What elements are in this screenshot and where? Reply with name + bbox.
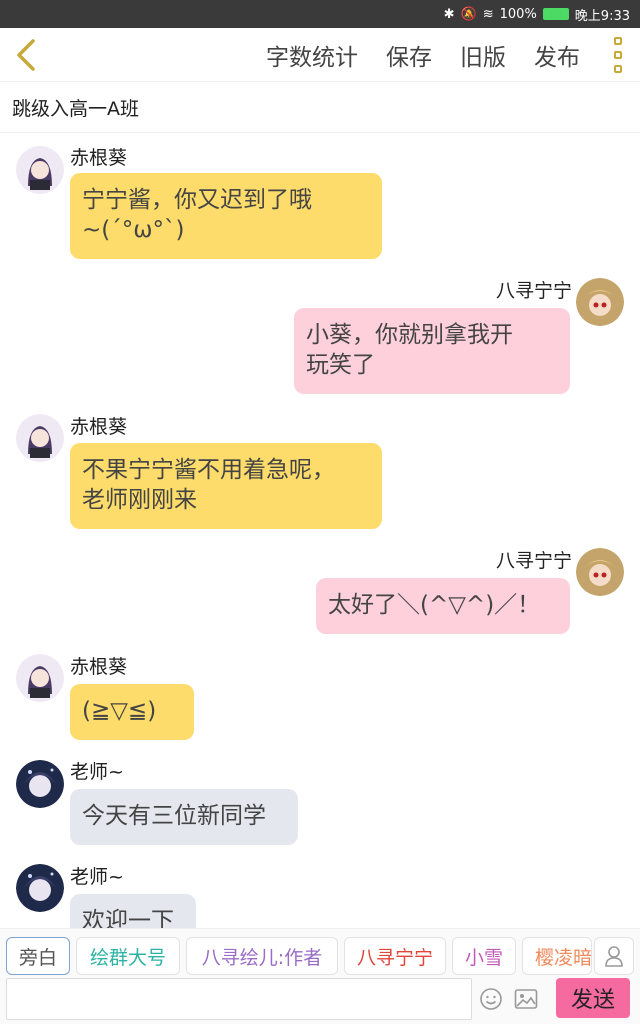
message-bubble[interactable]: (≧▽≦) [70, 684, 194, 740]
emoji-button[interactable] [478, 986, 504, 1012]
battery-icon [542, 8, 569, 20]
sender-name: 老师~ [70, 866, 124, 888]
bluetooth-icon: ✱ [443, 6, 455, 22]
character-chip[interactable]: 绘群大号 [76, 937, 180, 975]
toolbar-actions: 字数统计 保存 旧版 发布 [266, 28, 580, 82]
back-button[interactable] [8, 36, 44, 74]
old-version-button[interactable]: 旧版 [460, 38, 506, 72]
chevron-left-icon [17, 39, 35, 71]
user-switch-button[interactable] [594, 937, 634, 975]
avatar[interactable] [16, 146, 64, 194]
avatar[interactable] [16, 864, 64, 912]
message-bubble[interactable]: 太好了＼(^▽^)／！ [316, 578, 570, 634]
message-bubble[interactable]: 小葵，你就别拿我开 玩笑了 [294, 308, 570, 394]
image-button[interactable] [513, 986, 539, 1012]
character-chip[interactable]: 八寻绘儿:作者 [186, 937, 338, 975]
character-selector: 旁白 绘群大号 八寻绘儿:作者 八寻宁宁 小雪 樱凌暗 [0, 928, 640, 976]
save-button[interactable]: 保存 [386, 38, 432, 72]
status-bar: ✱ 🔕 ≋ 100% 晚上9:33 [0, 0, 640, 28]
sender-name: 八寻宁宁 [495, 550, 572, 572]
mute-icon: 🔕 [460, 6, 477, 22]
status-time: 晚上9:33 [574, 8, 630, 24]
word-count-button[interactable]: 字数统计 [266, 38, 358, 72]
avatar[interactable] [16, 414, 64, 462]
avatar[interactable] [576, 278, 624, 326]
sender-name: 赤根葵 [70, 147, 128, 169]
character-chip[interactable]: 小雪 [452, 937, 516, 975]
avatar[interactable] [16, 654, 64, 702]
battery-percent: 100% [499, 6, 537, 22]
message-bubble[interactable]: 今天有三位新同学 [70, 789, 298, 845]
character-chip[interactable]: 樱凌暗 [522, 937, 592, 975]
sender-name: 八寻宁宁 [495, 280, 572, 302]
top-toolbar: 字数统计 保存 旧版 发布 [0, 28, 640, 82]
image-icon [514, 989, 538, 1009]
chat-title: 跳级入高一A班 [12, 98, 139, 120]
publish-button[interactable]: 发布 [534, 38, 580, 72]
send-button[interactable]: 发送 [556, 978, 630, 1018]
sender-name: 赤根葵 [70, 656, 128, 678]
sender-name: 赤根葵 [70, 416, 128, 438]
divider [0, 132, 640, 133]
character-chip-narrator[interactable]: 旁白 [6, 937, 70, 975]
smiley-icon [480, 988, 502, 1010]
sender-name: 老师~ [70, 761, 124, 783]
composer: 发送 [0, 976, 640, 1024]
avatar[interactable] [16, 760, 64, 808]
character-chip[interactable]: 八寻宁宁 [344, 937, 446, 975]
user-icon [605, 946, 623, 967]
wifi-icon: ≋ [482, 6, 494, 22]
more-menu-icon[interactable] [610, 37, 626, 73]
message-bubble[interactable]: 宁宁酱，你又迟到了哦 ~(´°ω°`) [70, 173, 382, 259]
message-bubble[interactable]: 不果宁宁酱不用着急呢， 老师刚刚来 [70, 443, 382, 529]
message-input[interactable] [6, 978, 472, 1020]
avatar[interactable] [576, 548, 624, 596]
